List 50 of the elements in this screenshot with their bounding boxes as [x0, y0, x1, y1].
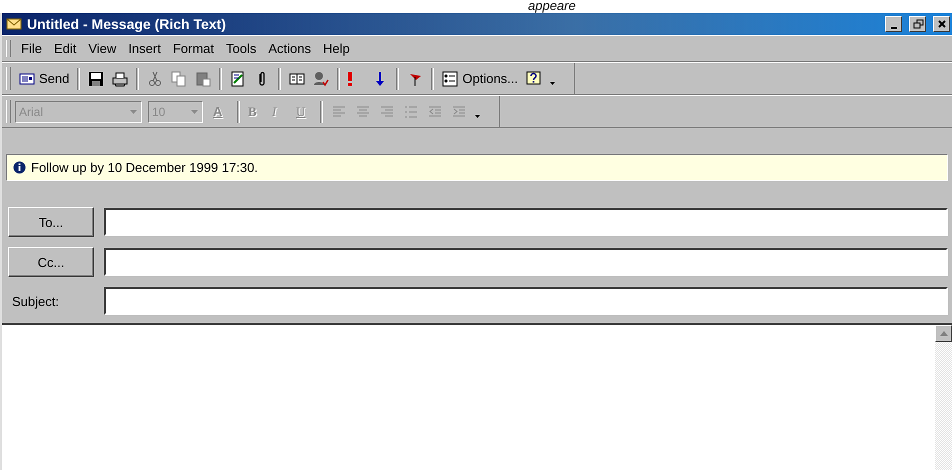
person-check-icon [313, 70, 330, 86]
scrollbar[interactable] [935, 325, 952, 470]
address-button[interactable]: Cc... [8, 247, 94, 277]
minimize-button[interactable] [885, 16, 902, 32]
clipboard-icon [195, 70, 212, 86]
input-field[interactable] [104, 287, 948, 315]
help-icon [526, 70, 542, 86]
caret-icon [475, 115, 480, 118]
menu-item[interactable]: Help [317, 39, 356, 58]
up-arrow-icon [940, 331, 948, 336]
envelope-icon [6, 17, 22, 31]
align-left-icon [331, 104, 347, 120]
print-icon [112, 70, 128, 86]
align-center-icon [355, 104, 371, 120]
restore-button[interactable] [909, 16, 926, 32]
window-title: Untitled - Message (Rich Text) [27, 16, 227, 32]
scissors-icon [147, 70, 164, 86]
menu-item[interactable]: Actions [262, 39, 317, 58]
input-field[interactable] [104, 208, 948, 236]
exclamation-icon [348, 72, 352, 86]
menu-item[interactable]: Edit [48, 39, 82, 58]
info-text: Follow up by 10 December 1999 17:30. [31, 160, 258, 175]
indent-icon [451, 104, 467, 120]
menu-item[interactable]: File [15, 39, 48, 58]
field-label: Subject: [11, 294, 60, 308]
caption-text: appeare [528, 0, 576, 13]
address-button[interactable]: To... [8, 207, 94, 237]
minimize-icon [890, 27, 896, 29]
options-icon [442, 70, 458, 86]
save-icon [88, 70, 104, 86]
options-button[interactable]: Options... [438, 66, 522, 90]
book-icon [289, 70, 306, 86]
envelope-icon [19, 70, 35, 86]
scroll-up-button[interactable] [935, 325, 952, 342]
close-button[interactable] [933, 16, 950, 32]
menu-item[interactable]: View [82, 39, 122, 58]
menu-item[interactable]: Format [166, 39, 220, 58]
menu-item[interactable]: Tools [220, 39, 262, 58]
outdent-icon [427, 104, 443, 120]
send-button[interactable]: Send [15, 66, 74, 90]
close-icon [936, 18, 948, 30]
caret-icon [550, 82, 556, 85]
restore-icon [912, 18, 924, 30]
bullets-icon [403, 104, 419, 120]
align-right-icon [379, 104, 395, 120]
info-icon [13, 161, 26, 174]
document-check-icon [230, 70, 246, 86]
menu-item[interactable]: Insert [122, 39, 167, 58]
input-field[interactable] [104, 248, 948, 276]
copy-icon [171, 70, 188, 86]
